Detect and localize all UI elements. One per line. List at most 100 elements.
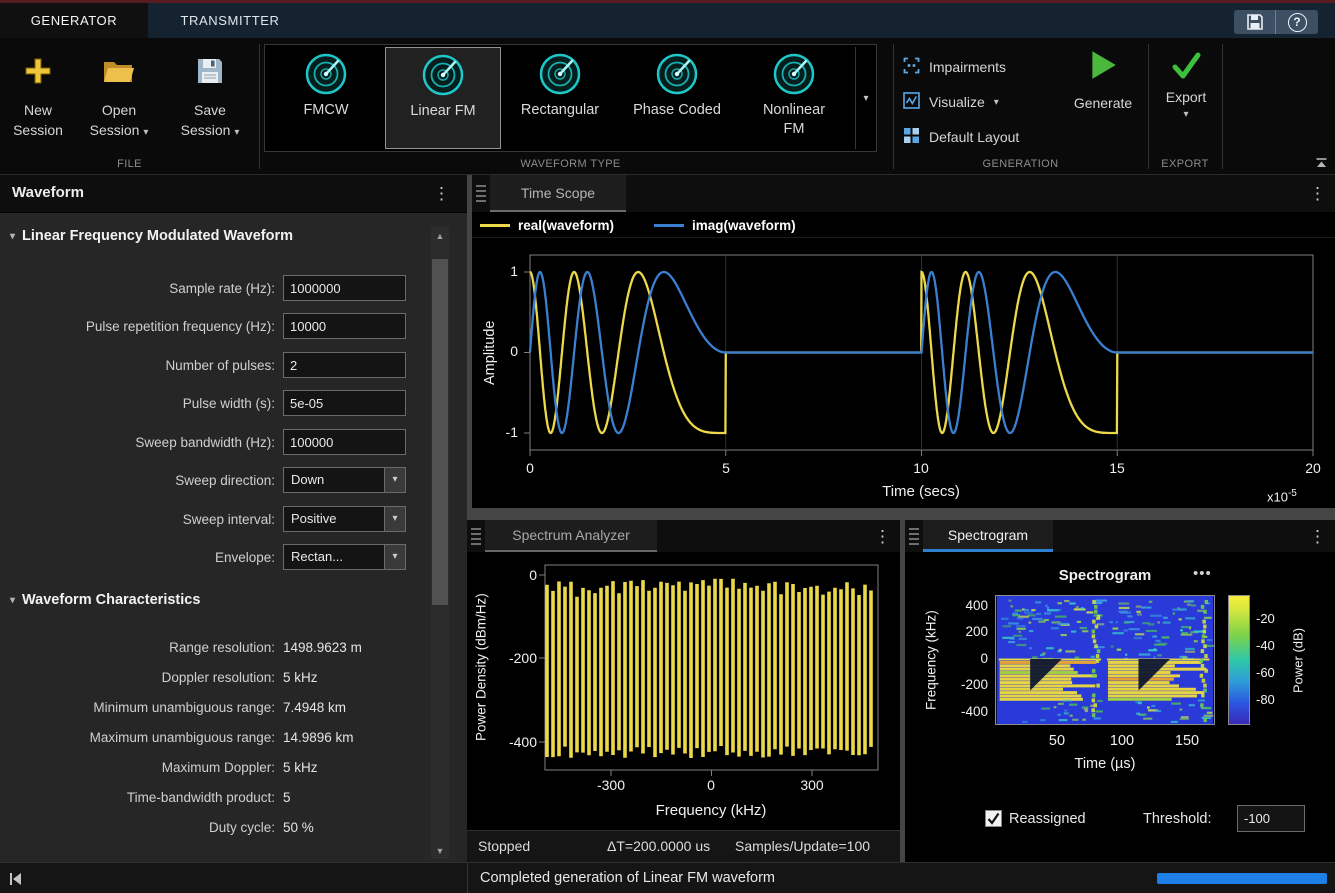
collapse-ribbon-button[interactable]: [1314, 156, 1329, 174]
threshold-label: Threshold:: [1143, 811, 1212, 827]
prf-input[interactable]: [283, 313, 406, 339]
max-unambiguous-range-value: 14.9896 km: [283, 730, 354, 745]
save-session-button[interactable]: Save Session ▾: [170, 46, 250, 166]
num-pulses-input[interactable]: [283, 352, 406, 378]
help-button[interactable]: ?: [1276, 10, 1318, 34]
waveform-type-linear-fm[interactable]: Linear FM: [385, 47, 501, 149]
spectrogram-menu[interactable]: ⋮: [1309, 527, 1325, 547]
spectrogram-tab[interactable]: Spectrogram: [923, 520, 1053, 552]
waveform-panel-scrollbar[interactable]: ▲ ▼: [431, 227, 449, 859]
waveform-type-phase-coded[interactable]: Phase Coded: [619, 47, 735, 149]
scroll-down-icon: ▼: [436, 846, 445, 856]
collapse-ribbon-icon: [1314, 157, 1329, 169]
sweep-direction-select[interactable]: Down ▾: [283, 467, 406, 493]
restore-panel-button[interactable]: [8, 871, 24, 890]
spectrum-analyzer-tab[interactable]: Spectrum Analyzer: [485, 520, 657, 552]
open-session-button[interactable]: Open Session ▾: [80, 46, 158, 166]
quick-save-button[interactable]: [1234, 10, 1276, 34]
scroll-down-button[interactable]: ▼: [431, 842, 449, 859]
spectrum-analyzer-menu[interactable]: ⋮: [874, 527, 890, 547]
range-resolution-value: 1498.9623 m: [283, 640, 362, 655]
characteristic-row: Minimum unambiguous range: 7.4948 km: [0, 694, 430, 720]
scroll-up-button[interactable]: ▲: [431, 227, 449, 244]
colorbar-tick: -60: [1256, 665, 1275, 680]
save-session-icon: [170, 56, 250, 88]
colorbar-tick: -80: [1256, 692, 1275, 707]
envelope-select[interactable]: Rectan... ▾: [283, 544, 406, 570]
panel-divider-horizontal[interactable]: [467, 508, 1335, 520]
time-scope-tab[interactable]: Time Scope: [490, 175, 626, 212]
export-button[interactable]: Export ▾: [1152, 50, 1220, 120]
field-label: Pulse width (s):: [0, 396, 283, 411]
waveform-panel-menu[interactable]: ⋮: [433, 184, 449, 204]
x-tick: 300: [782, 777, 842, 793]
y-tick: 0: [495, 567, 537, 583]
sample-rate-input[interactable]: [283, 275, 406, 301]
scrollbar-thumb[interactable]: [432, 259, 448, 605]
sweep-bandwidth-input[interactable]: [283, 429, 406, 455]
section-label-export: EXPORT: [1148, 158, 1222, 170]
open-dropdown-icon: ▾: [143, 127, 148, 138]
ribbon-separator: [893, 44, 894, 169]
spectrogram-drag-handle[interactable]: [909, 528, 919, 545]
y-tick: 0: [947, 651, 988, 666]
group-lfm-waveform[interactable]: ▾ Linear Frequency Modulated Waveform: [10, 228, 293, 244]
time-scope-drag-handle[interactable]: [476, 185, 486, 202]
colorbar-tick: -20: [1256, 611, 1275, 626]
gallery-expand-icon: ▾: [863, 93, 868, 104]
group-waveform-characteristics[interactable]: ▾ Waveform Characteristics: [10, 592, 200, 608]
default-layout-button[interactable]: Default Layout: [903, 127, 1019, 147]
waveform-type-rectangular[interactable]: Rectangular: [502, 47, 618, 149]
tab-transmitter[interactable]: TRANSMITTER: [148, 3, 312, 38]
impairments-button[interactable]: Impairments: [903, 57, 1006, 77]
time-bandwidth-product-value: 5: [283, 790, 291, 805]
spectrogram-header: Spectrogram ⋮: [905, 520, 1335, 553]
y-tick: -400: [495, 734, 537, 750]
field-row: Number of pulses:: [0, 352, 430, 378]
legend-line-imag: [654, 224, 684, 227]
waveform-type-fmcw[interactable]: FMCW: [268, 47, 384, 149]
spectrogram-ylabel: Frequency (kHz): [921, 595, 941, 725]
threshold-input[interactable]: [1237, 805, 1305, 832]
colorbar-tick: -40: [1256, 638, 1275, 653]
field-row: Pulse repetition frequency (Hz):: [0, 313, 430, 339]
help-icon: ?: [1288, 13, 1307, 32]
visualize-button[interactable]: Visualize ▾: [903, 92, 999, 112]
new-session-button[interactable]: New Session: [2, 46, 74, 166]
spectrum-analyzer-drag-handle[interactable]: [471, 528, 481, 545]
spectrogram-canvas: [995, 595, 1215, 725]
progress-bar: [1157, 873, 1327, 884]
spectrogram-more-button[interactable]: •••: [1193, 565, 1212, 582]
waveform-type-nonlinear-fm[interactable]: Nonlinear FM: [736, 47, 852, 149]
x-tick: 10: [901, 460, 941, 476]
save-icon: [1246, 13, 1264, 31]
spectrum-status-bar: Stopped ΔT=200.0000 us Samples/Update=10…: [467, 830, 900, 862]
sweep-interval-select[interactable]: Positive ▾: [283, 506, 406, 532]
titlebar-quick-actions: ?: [1234, 10, 1318, 34]
y-tick: -200: [495, 650, 537, 666]
pulse-width-input[interactable]: [283, 390, 406, 416]
spectrogram-title: Spectrogram: [1025, 567, 1185, 584]
ribbon-separator: [1148, 44, 1149, 169]
dropdown-arrow-icon: ▾: [384, 468, 405, 492]
generate-button[interactable]: Generate: [1063, 48, 1143, 111]
status-divider: [467, 863, 468, 893]
spectrum-ylabel: Power Density (dBm/Hz): [471, 565, 491, 770]
gallery-expand-button[interactable]: ▾: [855, 47, 876, 149]
legend-item-imag: imag(waveform): [654, 218, 796, 233]
y-tick: 0: [482, 343, 518, 359]
x-tick: 100: [1097, 733, 1147, 749]
min-unambiguous-range-value: 7.4948 km: [283, 700, 346, 715]
tab-generator[interactable]: GENERATOR: [0, 3, 148, 38]
visualize-dropdown-icon: ▾: [994, 97, 999, 108]
radar-icon: [502, 51, 618, 99]
time-scope-menu[interactable]: ⋮: [1309, 184, 1325, 204]
field-row: Sweep direction: Down ▾: [0, 467, 430, 493]
y-tick: 1: [482, 263, 518, 279]
export-dropdown-icon: ▾: [1152, 109, 1220, 120]
field-row: Sweep interval: Positive ▾: [0, 506, 430, 532]
time-scope-legend: real(waveform) imag(waveform): [472, 213, 1335, 238]
colorbar-label: Power (dB): [1289, 595, 1307, 725]
field-label: Envelope:: [0, 550, 283, 565]
reassigned-checkbox[interactable]: [985, 810, 1002, 827]
